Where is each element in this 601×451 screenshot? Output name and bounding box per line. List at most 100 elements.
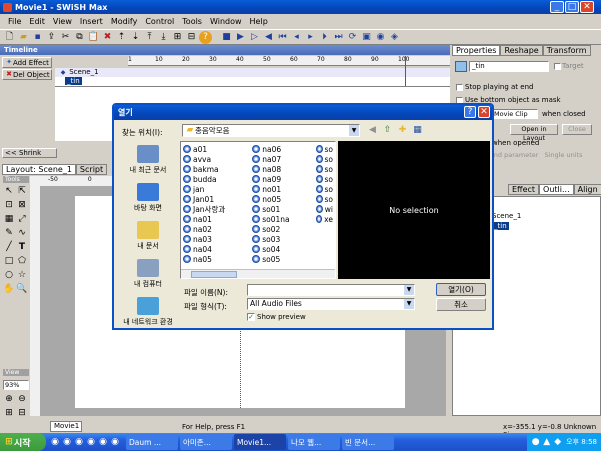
shrink-button[interactable]: << Shrink — [2, 148, 57, 158]
tray-icon[interactable]: ● — [531, 436, 540, 449]
dialog-close-button[interactable]: ✕ — [478, 106, 490, 118]
cancel-button[interactable]: 취소 — [436, 298, 486, 311]
file-item[interactable]: so — [315, 194, 333, 204]
move-down-icon[interactable]: ⇣ — [129, 31, 142, 44]
file-item[interactable]: a01 — [183, 144, 244, 154]
cut-icon[interactable]: ✂ — [59, 31, 72, 44]
minimize-button[interactable]: _ — [550, 1, 564, 13]
stop-icon[interactable]: ■ — [220, 31, 233, 44]
move-up-icon[interactable]: ⇡ — [115, 31, 128, 44]
view-menu-icon[interactable]: ▦ — [411, 124, 424, 137]
select-arrow-icon[interactable]: ↖ — [3, 185, 15, 198]
file-item[interactable]: na08 — [252, 164, 308, 174]
pencil-icon[interactable]: ✎ — [3, 227, 15, 240]
show-preview-checkbox[interactable]: ✓ — [247, 313, 255, 321]
chevron-down-icon[interactable]: ▼ — [404, 299, 414, 309]
file-item[interactable]: na02 — [183, 224, 244, 234]
tab-align[interactable]: Align — [573, 184, 601, 195]
paste-icon[interactable]: 📋 — [87, 31, 100, 44]
menu-file[interactable]: File — [4, 17, 25, 26]
reshape-icon[interactable]: ⊠ — [16, 199, 28, 212]
save-icon[interactable]: ▪ — [31, 31, 44, 44]
file-item[interactable]: na04 — [183, 244, 244, 254]
bring-front-icon[interactable]: ⤒ — [143, 31, 156, 44]
open-layout-button[interactable]: Open in Layout — [510, 124, 558, 142]
file-item[interactable]: Jan01 — [183, 194, 244, 204]
timeline-playhead[interactable] — [405, 56, 406, 86]
chevron-down-icon[interactable]: ▼ — [404, 285, 414, 295]
ungroup-icon[interactable]: ⊟ — [185, 31, 198, 44]
taskbar-item[interactable]: 아미존... — [180, 434, 232, 450]
file-list-scrollbar[interactable] — [181, 269, 335, 278]
quicklaunch-icon[interactable]: ◉ — [74, 436, 84, 449]
import-icon[interactable]: ⇪ — [45, 31, 58, 44]
actual-size-icon[interactable]: ⊟ — [16, 407, 28, 420]
hand-icon[interactable]: ✋ — [3, 283, 15, 296]
file-item[interactable]: so — [315, 174, 333, 184]
tab-script[interactable]: Script — [75, 164, 108, 175]
menu-tools[interactable]: Tools — [178, 17, 206, 26]
star-icon[interactable]: ☆ — [16, 269, 28, 282]
file-item[interactable]: so02 — [252, 224, 308, 234]
next-frame-icon[interactable]: ▸ — [304, 31, 317, 44]
target-checkbox[interactable] — [554, 62, 561, 70]
bezier-icon[interactable]: ∿ — [16, 227, 28, 240]
timeline-scene-row[interactable]: ◆ Scene_1 — [55, 68, 450, 77]
file-item[interactable]: so01na — [252, 214, 308, 224]
file-item[interactable]: na09 — [252, 174, 308, 184]
menu-window[interactable]: Window — [206, 17, 246, 26]
last-frame-icon[interactable]: ⏭ — [332, 31, 345, 44]
close-button[interactable]: ✕ — [580, 1, 594, 13]
preview-icon[interactable]: ▣ — [360, 31, 373, 44]
transform-icon[interactable]: ⊡ — [3, 199, 15, 212]
open-button[interactable]: 열기(O) — [436, 283, 486, 296]
maximize-button[interactable]: □ — [565, 1, 579, 13]
fit-icon[interactable]: ⊞ — [3, 407, 15, 420]
add-effect-button[interactable]: ✦ Add Effect — [2, 57, 52, 68]
place-my-computer[interactable]: 내 컴퓨터 — [118, 259, 178, 289]
menu-view[interactable]: View — [49, 17, 76, 26]
open-folder-icon[interactable]: ▰ — [17, 31, 30, 44]
play-scene-icon[interactable]: ▷ — [248, 31, 261, 44]
new-file-icon[interactable]: 🗋 — [3, 31, 16, 44]
group-icon[interactable]: ⊞ — [171, 31, 184, 44]
start-button[interactable]: ⊞ 시작 — [0, 433, 46, 451]
ellipse-icon[interactable]: ○ — [3, 269, 15, 282]
taskbar-item[interactable]: 나모 웹... — [288, 434, 340, 450]
tab-outline[interactable]: Outli... — [539, 184, 574, 195]
object-name-field[interactable]: _tin — [469, 61, 549, 72]
zoom-in-icon[interactable]: ⊕ — [3, 393, 15, 406]
file-item[interactable]: budda — [183, 174, 244, 184]
motion-path-icon[interactable]: ⤢ — [16, 213, 28, 226]
look-in-select[interactable]: ▰ 종음악모음 ▼ — [182, 124, 360, 137]
quicklaunch-icon[interactable]: ◉ — [110, 436, 120, 449]
file-item[interactable]: avva — [183, 154, 244, 164]
taskbar-item[interactable]: Daum ... — [126, 434, 178, 450]
file-item[interactable]: so — [315, 164, 333, 174]
movie-clip-select[interactable]: Movie Clip — [492, 109, 538, 119]
quicklaunch-icon[interactable]: ◉ — [86, 436, 96, 449]
tab-layout[interactable]: Layout: Scene_1 — [2, 164, 76, 175]
zoom-icon[interactable]: 🔍 — [16, 283, 28, 296]
file-item[interactable]: na06 — [252, 144, 308, 154]
send-back-icon[interactable]: ⤓ — [157, 31, 170, 44]
file-item[interactable]: no05 — [252, 194, 308, 204]
file-item[interactable]: so04 — [252, 244, 308, 254]
menu-insert[interactable]: Insert — [76, 17, 107, 26]
filetype-select[interactable]: All Audio Files ▼ — [247, 298, 415, 310]
taskbar-item[interactable]: 빈 문서... — [342, 434, 394, 450]
stop-playing-checkbox[interactable] — [456, 83, 463, 91]
file-item[interactable]: so05 — [252, 254, 308, 264]
menu-modify[interactable]: Modify — [107, 17, 142, 26]
prev-frame-icon[interactable]: ◂ — [290, 31, 303, 44]
place-recent[interactable]: 내 최근 문서 — [118, 145, 178, 175]
tab-properties[interactable]: Properties — [452, 45, 501, 56]
chevron-down-icon[interactable]: ▼ — [349, 125, 359, 136]
up-folder-icon[interactable]: ⇧ — [381, 124, 394, 137]
file-item[interactable]: na07 — [252, 154, 308, 164]
scroll-thumb[interactable] — [191, 271, 237, 278]
rectangle-icon[interactable]: □ — [3, 255, 15, 268]
quicklaunch-icon[interactable]: ◉ — [62, 436, 72, 449]
play-movie-icon[interactable]: ⏵ — [318, 31, 331, 44]
file-item[interactable]: bakma — [183, 164, 244, 174]
